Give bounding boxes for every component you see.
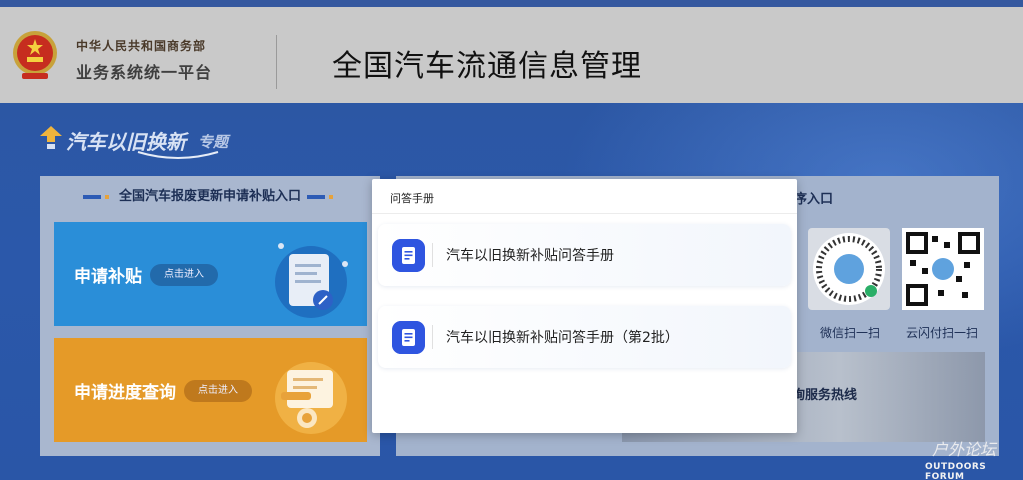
card-title: 申请进度查询: [74, 383, 176, 403]
progress-query-card[interactable]: 申请进度查询 点击进入: [54, 338, 367, 442]
platform-name: 业务系统统一平台: [76, 63, 213, 82]
document-pen-icon: [275, 243, 348, 318]
item-label: 汽车以旧换新补贴问答手册（第2批）: [446, 330, 679, 346]
unionpay-qr-code: [902, 228, 984, 310]
enter-button[interactable]: 点击进入: [184, 380, 252, 402]
item-divider: [432, 243, 433, 267]
header-divider: [276, 35, 277, 89]
faq-manual-dialog: 问答手册 汽车以旧换新补贴问答手册 汽车以旧换新补贴问答手册（第2批）: [372, 179, 797, 433]
topic-subtitle: 专题: [198, 133, 229, 151]
document-icon: [392, 239, 425, 272]
hotline-label: 询服务热线: [792, 388, 858, 403]
panel-heading-text: 全国汽车报废更新申请补贴入口: [118, 189, 301, 204]
qr-code-icon: [902, 228, 984, 310]
subsidy-entry-panel: 全国汽车报废更新申请补贴入口 申请补贴 点击进入 申请进度查询 点击进入: [40, 176, 380, 456]
dialog-title: 问答手册: [390, 192, 434, 205]
system-title: 全国汽车流通信息管理: [332, 49, 642, 84]
dialog-divider: [372, 213, 797, 214]
document-icon: [392, 321, 425, 354]
swoosh-icon: [137, 151, 219, 159]
heading-deco-left: [82, 194, 113, 199]
up-arrow-icon: [40, 126, 62, 149]
item-label: 汽车以旧换新补贴问答手册: [446, 248, 614, 264]
document-badge-icon: [275, 362, 347, 434]
org-name: 中华人民共和国商务部: [76, 39, 207, 53]
item-divider: [432, 325, 433, 349]
faq-manual-item[interactable]: 汽车以旧换新补贴问答手册: [378, 224, 791, 286]
watermark-logo: 户外论坛: [932, 440, 997, 459]
enter-button[interactable]: 点击进入: [150, 264, 218, 286]
watermark-text: OUTDOORS FORUM: [925, 462, 987, 480]
faq-manual-item[interactable]: 汽车以旧换新补贴问答手册（第2批）: [378, 306, 791, 368]
heading-deco-right: [307, 194, 337, 199]
apply-subsidy-card[interactable]: 申请补贴 点击进入: [54, 222, 367, 326]
panel-heading: 全国汽车报废更新申请补贴入口: [40, 176, 380, 218]
qr-code-icon: [813, 233, 885, 305]
card-title: 申请补贴: [74, 267, 142, 287]
site-header: 中华人民共和国商务部 业务系统统一平台 全国汽车流通信息管理: [0, 7, 1023, 103]
national-emblem-icon: [13, 31, 57, 79]
wechat-scan-label: 微信扫一扫: [820, 326, 881, 340]
panel-heading: 序入口: [794, 192, 834, 207]
top-strip: [0, 0, 1023, 7]
unionpay-scan-label: 云闪付扫一扫: [906, 326, 979, 340]
wechat-qr-code: [808, 228, 890, 310]
